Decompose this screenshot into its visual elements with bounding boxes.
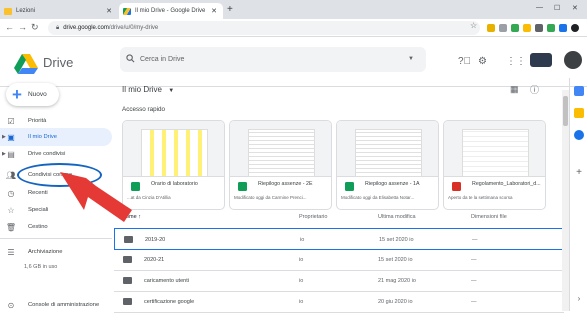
annotation-arrow-icon: [60, 172, 132, 222]
